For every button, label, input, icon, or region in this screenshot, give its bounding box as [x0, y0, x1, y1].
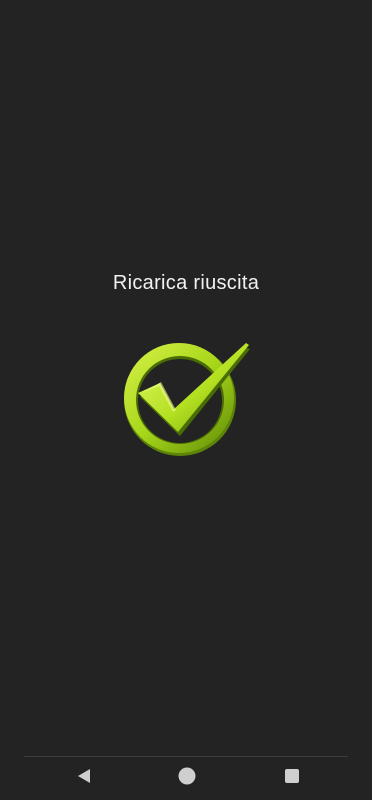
nav-home-button[interactable]: [176, 767, 198, 789]
recharge-status-message: Ricarica riuscita: [112, 272, 260, 294]
back-icon: [75, 767, 93, 790]
recents-icon: [283, 767, 301, 790]
system-navigation-bar: [0, 757, 372, 800]
home-icon: [177, 766, 197, 791]
check-circle-icon: [118, 340, 254, 460]
nav-recents-button[interactable]: [281, 767, 303, 789]
nav-back-button[interactable]: [73, 767, 95, 789]
recharge-result-screen: Ricarica riuscita: [0, 0, 372, 800]
